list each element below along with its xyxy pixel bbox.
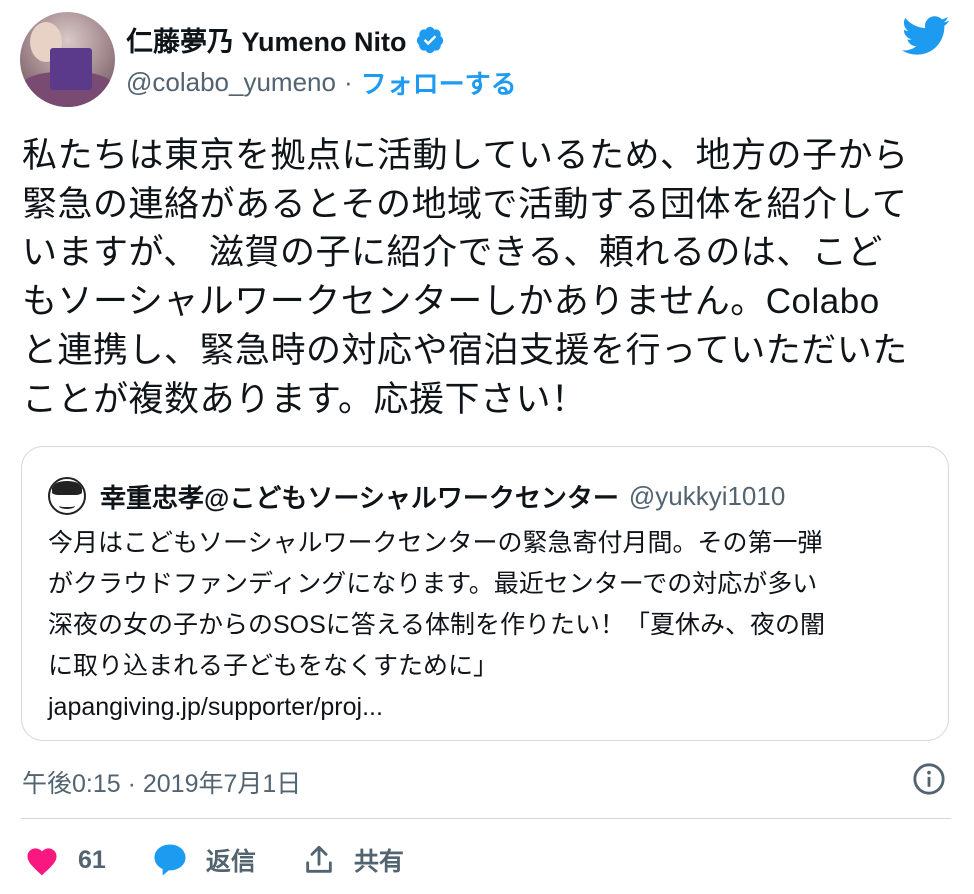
divider [21,818,951,819]
author-handle-row: @colabo_yumeno · フォローする [126,64,517,101]
reply-bubble-icon [154,844,186,876]
info-icon[interactable] [912,762,946,796]
tweet-actions: 61 返信 共有 [24,842,450,878]
quoted-tweet-card[interactable]: 幸重忠孝@こどもソーシャルワークセンター @yukkyi1010 今月はこどもソ… [21,446,949,741]
like-button[interactable]: 61 [24,844,106,876]
quoted-author-name[interactable]: 幸重忠孝@こどもソーシャルワークセンター [100,478,619,515]
quoted-tweet-header: 幸重忠孝@こどもソーシャルワークセンター @yukkyi1010 [48,477,785,515]
tweet-timestamp[interactable]: 午後0:15 · 2019年7月1日 [22,764,301,800]
author-name[interactable]: 仁藤夢乃 Yumeno Nito [126,20,407,59]
share-button[interactable]: 共有 [302,842,404,878]
quoted-tweet-text: 今月はこどもソーシャルワークセンターの緊急寄付月間。その第一弾 がクラウドファン… [48,529,826,721]
follow-button[interactable]: フォローする [361,64,517,101]
like-count: 61 [78,845,106,874]
reply-label: 返信 [205,848,256,876]
quoted-author-avatar[interactable] [48,477,86,515]
verified-badge-icon [416,26,443,53]
separator-dot: · [343,67,353,97]
author-avatar[interactable] [20,12,115,107]
avatar-sign [50,48,92,90]
reply-button[interactable]: 返信 [152,842,256,878]
author-handle[interactable]: @colabo_yumeno [126,67,336,98]
author-name-row[interactable]: 仁藤夢乃 Yumeno Nito [126,20,445,59]
tweet-text: 私たちは東京を拠点に活動しているため、地方の子から 緊急の連絡があるとその地域で… [22,136,909,419]
share-icon [306,845,332,873]
quoted-author-handle[interactable]: @yukkyi1010 [629,481,785,512]
heart-icon [27,848,57,876]
share-label: 共有 [353,848,404,876]
twitter-bird-icon[interactable] [902,16,950,56]
